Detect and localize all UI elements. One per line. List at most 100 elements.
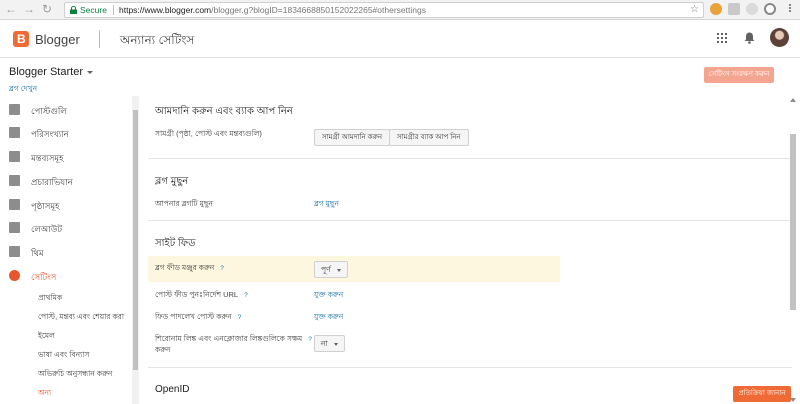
settings-sub-email[interactable]: ইমেল bbox=[38, 331, 55, 343]
sidebar-item-label: মন্তব্যসমূহ bbox=[31, 153, 64, 163]
header-divider bbox=[99, 30, 100, 48]
view-blog-link[interactable]: ব্লগ দেখুন bbox=[9, 84, 37, 96]
redirect-url-label: পোস্ট ফীড পুনঃনির্দেশ URL? bbox=[155, 290, 248, 302]
help-icon[interactable]: ? bbox=[244, 292, 248, 299]
account-avatar[interactable] bbox=[770, 28, 789, 47]
extension-icon-4[interactable] bbox=[764, 3, 776, 15]
posts-icon bbox=[9, 104, 20, 115]
back-icon[interactable]: ← bbox=[4, 2, 18, 16]
notifications-bell-icon[interactable] bbox=[744, 32, 755, 44]
chevron-down-icon bbox=[333, 342, 338, 346]
add-feed-footer-link[interactable]: যুক্ত করুন bbox=[314, 312, 343, 324]
save-settings-button[interactable]: সেটিংস সংরক্ষণ করুন bbox=[704, 67, 774, 83]
address-bar[interactable]: Secure https://www.blogger.com/blogger.g… bbox=[64, 2, 704, 18]
comments-icon bbox=[9, 151, 20, 162]
settings-sub-other[interactable]: অন্য bbox=[38, 388, 51, 400]
sidebar-item-label: সেটিংস bbox=[31, 272, 57, 282]
delete-blog-label: আপনার ব্লগটি মুছুন bbox=[155, 199, 213, 208]
brand-name[interactable]: Blogger bbox=[35, 32, 80, 47]
backup-content-button[interactable]: সামগ্রীর ব্যাক আপ নিন bbox=[389, 129, 469, 146]
sidebar-item-label: প্রচারাভিযান bbox=[31, 177, 73, 187]
sidebar-scrollbar[interactable] bbox=[132, 96, 139, 404]
sidebar-item-label: থিম bbox=[31, 248, 44, 258]
settings-sub-posts-comments-sharing[interactable]: পোস্ট, মন্তব্য এবং শেয়ার করা bbox=[38, 312, 124, 324]
main-scrollbar[interactable] bbox=[789, 96, 798, 404]
allow-feed-label: ব্লগ ফীড মঞ্জুর করুন? bbox=[155, 263, 224, 275]
sidebar-item-label: পৃষ্ঠাসমূহ bbox=[31, 201, 60, 211]
enclosure-links-label: শিরোনাম লিঙ্ক এবং এনক্লোজার লিঙ্কগুলিকে … bbox=[155, 334, 312, 346]
sidebar-item-label: লেআউট bbox=[31, 224, 62, 234]
allow-feed-value: পূর্ণ bbox=[321, 265, 331, 274]
sidebar-item-layout[interactable]: লেআউট bbox=[0, 218, 132, 238]
sidebar-item-theme[interactable]: থিম bbox=[0, 242, 132, 262]
extension-icon-1[interactable] bbox=[710, 3, 722, 15]
chevron-down-icon bbox=[336, 268, 341, 272]
reload-icon[interactable]: ↻ bbox=[40, 2, 54, 16]
enclosure-links-value: না bbox=[321, 339, 328, 348]
delete-blog-section-title: ব্লগ মুছুন bbox=[155, 176, 189, 187]
scroll-up-icon[interactable] bbox=[790, 98, 796, 102]
enclosure-label-line1: শিরোনাম লিঙ্ক এবং এনক্লোজার লিঙ্কগুলিকে … bbox=[155, 334, 303, 343]
feed-footer-label-text: ফিড পাদলেখ পোস্ট করুন bbox=[155, 312, 232, 321]
theme-icon bbox=[9, 246, 20, 257]
help-icon[interactable]: ? bbox=[238, 314, 242, 321]
main-scroll-thumb[interactable] bbox=[790, 134, 796, 310]
sidebar-item-comments[interactable]: মন্তব্যসমূহ bbox=[0, 147, 132, 167]
extension-icon-3[interactable] bbox=[746, 3, 758, 15]
chevron-down-icon bbox=[86, 70, 93, 74]
enclosure-label-line2: করুন bbox=[155, 345, 171, 354]
settings-sub-basic[interactable]: প্রাথমিক bbox=[38, 293, 62, 305]
section-divider bbox=[148, 367, 792, 368]
main-content: আমদানি করুন এবং ব্যাক আপ নিন সামগ্রী (পৃ… bbox=[148, 96, 792, 404]
app-header: B Blogger অন্যান্য সেটিংস bbox=[0, 20, 800, 58]
allow-feed-select[interactable]: পূর্ণ bbox=[314, 261, 348, 278]
apps-grid-icon[interactable] bbox=[717, 33, 727, 43]
sidebar-item-label: পোস্টগুলি bbox=[31, 106, 67, 116]
help-icon[interactable]: ? bbox=[220, 265, 224, 272]
blog-selector[interactable]: Blogger Starter bbox=[9, 66, 93, 78]
forward-icon[interactable]: → bbox=[22, 2, 36, 16]
sidebar-item-posts[interactable]: পোস্টগুলি bbox=[0, 100, 132, 120]
sidebar-scroll-thumb[interactable] bbox=[133, 110, 138, 370]
stats-icon bbox=[9, 127, 20, 138]
browser-menu-icon[interactable] bbox=[788, 3, 792, 15]
settings-icon bbox=[9, 270, 20, 281]
layout-icon bbox=[9, 222, 20, 233]
campaigns-icon bbox=[9, 175, 20, 186]
settings-sub-search-preferences[interactable]: অভিরুচি অনুসন্ধান করুন bbox=[38, 369, 112, 381]
extension-icon-2[interactable] bbox=[728, 3, 740, 15]
url-host: https://www.blogger.com bbox=[119, 5, 212, 15]
feedback-button[interactable]: প্রতিক্রিয়া জানান bbox=[733, 386, 791, 402]
sidebar-item-campaigns[interactable]: প্রচারাভিযান bbox=[0, 171, 132, 191]
add-redirect-url-link[interactable]: যুক্ত করুন bbox=[314, 290, 343, 302]
sidebar: পোস্টগুলি পরিসংখ্যান মন্তব্যসমূহ প্রচারা… bbox=[0, 96, 140, 404]
enclosure-links-select[interactable]: না bbox=[314, 335, 345, 352]
sidebar-item-label: পরিসংখ্যান bbox=[31, 129, 69, 139]
settings-sub-language-formatting[interactable]: ভাষা এবং বিন্যাস bbox=[38, 350, 89, 362]
delete-blog-link[interactable]: ব্লগ মুছুন bbox=[314, 199, 339, 211]
section-divider bbox=[148, 158, 792, 159]
sidebar-item-settings[interactable]: সেটিংস bbox=[0, 266, 132, 286]
url-path: /blogger.g?blogID=1834668850152022265#ot… bbox=[211, 5, 426, 15]
pages-icon bbox=[9, 199, 20, 210]
feed-footer-label: ফিড পাদলেখ পোস্ট করুন? bbox=[155, 312, 241, 324]
bookmark-star-icon[interactable]: ☆ bbox=[690, 3, 699, 17]
lock-icon bbox=[70, 6, 77, 14]
site-feed-section-title: সাইট ফিড bbox=[155, 238, 196, 249]
allow-feed-label-text: ব্লগ ফীড মঞ্জুর করুন bbox=[155, 263, 215, 272]
help-icon[interactable]: ? bbox=[308, 336, 312, 343]
openid-section-title: OpenID bbox=[155, 384, 190, 395]
sidebar-item-pages[interactable]: পৃষ্ঠাসমূহ bbox=[0, 195, 132, 215]
blog-name: Blogger Starter bbox=[9, 66, 83, 78]
browser-toolbar: ← → ↻ Secure https://www.blogger.com/blo… bbox=[0, 0, 800, 20]
secure-label: Secure bbox=[80, 5, 107, 15]
url-text: https://www.blogger.com/blogger.g?blogID… bbox=[119, 3, 426, 17]
blogger-logo-icon[interactable]: B bbox=[13, 31, 29, 47]
page-title: অন্যান্য সেটিংস bbox=[120, 33, 195, 47]
redirect-url-label-text: পোস্ট ফীড পুনঃনির্দেশ URL bbox=[155, 290, 239, 299]
address-separator bbox=[113, 5, 114, 15]
section-divider bbox=[148, 220, 792, 221]
content-label: সামগ্রী (পৃষ্ঠা, পোস্ট এবং মন্তব্যগুলি) bbox=[155, 129, 262, 138]
sidebar-item-stats[interactable]: পরিসংখ্যান bbox=[0, 123, 132, 143]
import-content-button[interactable]: সামগ্রী আমদানি করুন bbox=[314, 129, 391, 146]
